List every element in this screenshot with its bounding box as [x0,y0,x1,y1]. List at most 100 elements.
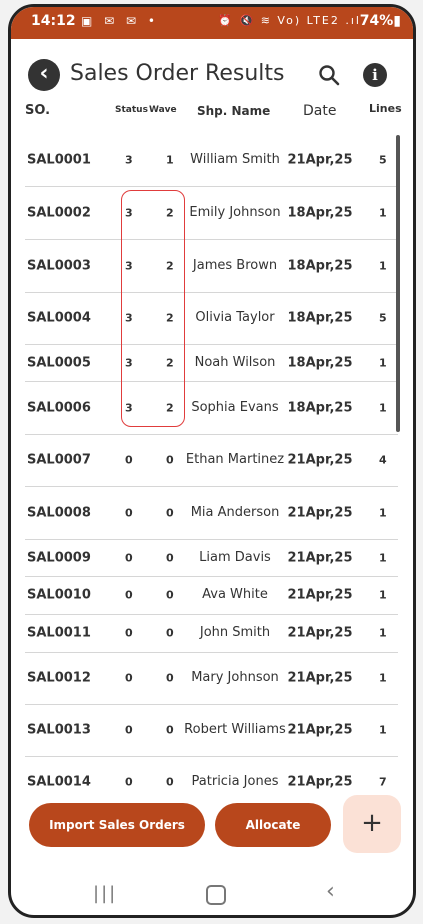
table-row[interactable]: SAL0005 3 2 Noah Wilson 18Apr,25 1 [25,344,398,382]
date-cell: 18Apr,25 [287,355,353,370]
status-cell: 0 [125,723,133,737]
date-cell: 21Apr,25 [287,670,353,686]
date-cell: 21Apr,25 [287,625,353,641]
ship-name-cell: Ava White [202,587,268,602]
lines-cell: 1 [379,723,387,737]
so-cell: SAL0003 [27,258,91,273]
column-header-lines: Lines [369,102,402,115]
lines-cell: 1 [379,626,387,640]
wave-cell: 0 [166,588,174,602]
ship-name-cell: John Smith [199,625,271,640]
column-header-date: Date [303,103,337,119]
so-cell: SAL0007 [27,452,91,468]
add-button[interactable]: + [343,795,401,853]
allocate-button[interactable]: Allocate [215,803,331,847]
signal-icons: ⏰ 🔇 ≋ Vo) LTE2 .ıl [218,14,361,27]
info-icon[interactable]: i [363,63,387,87]
table-row[interactable]: SAL0002 3 2 Emily Johnson 18Apr,25 1 [25,186,398,240]
table-row[interactable]: SAL0003 3 2 James Brown 18Apr,25 1 [25,239,398,293]
status-bar: 14:12 ▣ ✉ ✉ • ⏰ 🔇 ≋ Vo) LTE2 .ıl 74%▮ [11,7,413,39]
date-cell: 21Apr,25 [287,722,353,738]
status-time: 14:12 [31,13,76,29]
column-header-so: SO. [25,103,51,118]
table-row[interactable]: SAL0010 0 0 Ava White 21Apr,25 1 [25,576,398,615]
table-row[interactable]: SAL0014 0 0 Patricia Jones 21Apr,25 7 [25,756,398,789]
status-cell: 0 [125,551,133,564]
sales-order-table[interactable]: SAL0001 3 1 William Smith 21Apr,25 5 SAL0002 3 2… [25,134,398,789]
lines-cell: 1 [379,259,387,272]
ship-name-cell: Patricia Jones [191,774,279,789]
lines-cell: 7 [379,775,387,789]
table-row[interactable]: SAL0001 3 1 William Smith 21Apr,25 5 [25,134,398,187]
battery-level: 74%▮ [359,13,401,29]
ship-name-cell: Olivia Taylor [195,310,275,325]
lines-cell: 1 [379,206,387,219]
table-row[interactable]: SAL0013 0 0 Robert Williams 21Apr,25 1 [25,704,398,757]
nav-back-icon[interactable]: ‹ [326,879,335,904]
table-row[interactable]: SAL0004 3 2 Olivia Taylor 18Apr,25 5 [25,292,398,345]
lines-cell: 4 [379,453,387,467]
date-cell: 21Apr,25 [287,774,353,790]
table-row[interactable]: SAL0007 0 0 Ethan Martinez 21Apr,25 4 [25,434,398,487]
date-cell: 21Apr,25 [287,452,353,468]
ship-name-cell: Noah Wilson [194,354,276,370]
so-cell: SAL0001 [27,152,91,168]
date-cell: 18Apr,25 [287,310,353,326]
column-header-wave: Wave [149,105,177,115]
so-cell: SAL0011 [27,625,91,641]
notification-icons: ▣ ✉ ✉ • [81,14,159,28]
import-sales-orders-button[interactable]: Import Sales Orders [29,803,205,847]
date-cell: 18Apr,25 [287,205,353,220]
wave-cell: 0 [166,671,174,685]
so-cell: SAL0004 [27,310,91,326]
back-arrow-icon[interactable]: ‹ [28,59,60,91]
status-cell: 0 [125,506,133,519]
home-icon[interactable] [206,885,226,905]
status-cell: 0 [125,775,133,789]
wave-cell: 0 [166,551,174,564]
ship-name-cell: James Brown [192,257,278,273]
phone-screen: 14:12 ▣ ✉ ✉ • ⏰ 🔇 ≋ Vo) LTE2 .ıl 74%▮ ‹ … [8,4,416,918]
status-cell: 0 [125,453,133,467]
status-cell: 3 [125,153,133,167]
table-row[interactable]: SAL0012 0 0 Mary Johnson 21Apr,25 1 [25,652,398,705]
table-row[interactable]: SAL0011 0 0 John Smith 21Apr,25 1 [25,614,398,653]
date-cell: 21Apr,25 [287,550,353,565]
status-cell: 0 [125,588,133,602]
so-cell: SAL0014 [27,774,91,790]
so-cell: SAL0009 [27,550,91,565]
ship-name-cell: William Smith [190,152,280,167]
ship-name-cell: Robert Williams [184,722,286,737]
so-cell: SAL0002 [27,205,91,220]
page-header: ‹ Sales Order Results i [11,57,413,97]
action-bar: Import Sales Orders Allocate + [11,795,413,855]
table-row[interactable]: SAL0006 3 2 Sophia Evans 18Apr,25 1 [25,381,398,435]
wave-cell: 0 [166,626,174,640]
lines-cell: 1 [379,401,387,414]
so-cell: SAL0010 [27,587,91,603]
so-cell: SAL0008 [27,505,91,520]
table-header: SO. Status Wave Shp. Name Date Lines [11,100,413,126]
recents-icon[interactable]: ||| [93,883,117,904]
scrollbar[interactable] [396,135,400,432]
page-title: Sales Order Results [70,61,285,86]
lines-cell: 5 [379,153,387,167]
lines-cell: 5 [379,311,387,325]
wave-cell: 0 [166,506,174,519]
lines-cell: 1 [379,671,387,685]
so-cell: SAL0012 [27,670,91,686]
so-cell: SAL0006 [27,400,91,415]
table-row[interactable]: SAL0008 0 0 Mia Anderson 21Apr,25 1 [25,486,398,540]
lines-cell: 1 [379,588,387,602]
so-cell: SAL0005 [27,355,91,370]
lines-cell: 1 [379,506,387,519]
ship-name-cell: Emily Johnson [189,204,281,220]
date-cell: 21Apr,25 [287,152,353,168]
ship-name-cell: Sophia Evans [191,399,279,415]
wave-cell: 0 [166,775,174,789]
column-header-name: Shp. Name [197,104,271,118]
table-row[interactable]: SAL0009 0 0 Liam Davis 21Apr,25 1 [25,539,398,577]
ship-name-cell: Liam Davis [199,549,271,565]
search-icon[interactable] [317,63,341,87]
wave-cell: 1 [166,153,174,167]
